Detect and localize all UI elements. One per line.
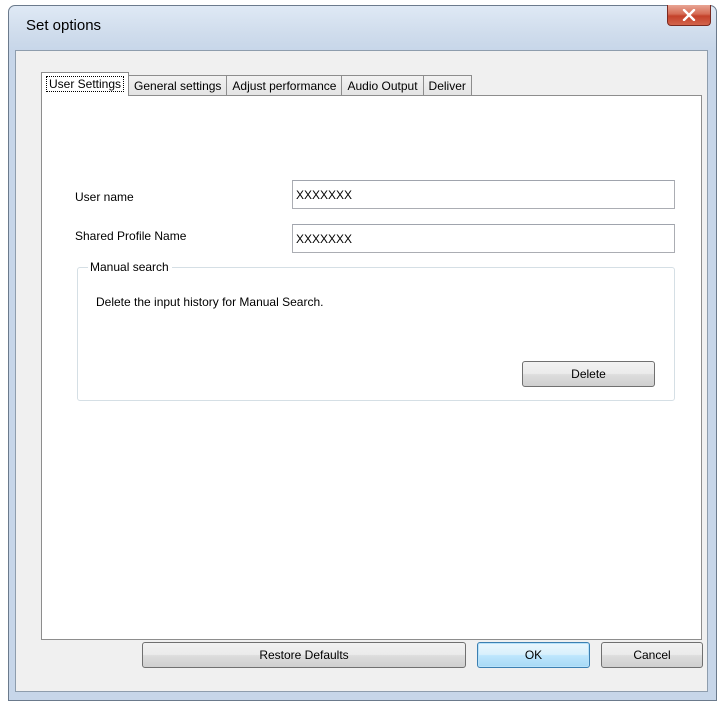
window-title: Set options	[26, 17, 102, 34]
ok-button[interactable]: OK	[477, 642, 590, 668]
restore-defaults-button[interactable]: Restore Defaults	[142, 642, 466, 668]
close-icon	[682, 9, 696, 21]
manual-search-group-title: Manual search	[88, 260, 172, 274]
user-name-label: User name	[75, 190, 134, 204]
delete-button[interactable]: Delete	[522, 361, 655, 387]
user-name-input[interactable]	[292, 180, 675, 209]
tab-general-settings-label: General settings	[134, 79, 222, 93]
manual-search-group: Manual search Delete the input history f…	[77, 260, 675, 401]
user-settings-panel: User name Shared Profile Name Manual sea…	[41, 95, 702, 640]
tab-adjust-performance[interactable]: Adjust performance	[226, 75, 343, 96]
tab-general-settings[interactable]: General settings	[128, 75, 228, 96]
tab-audio-output-label: Audio Output	[347, 79, 418, 93]
tab-user-settings-label: User Settings	[46, 76, 125, 92]
dialog-client-area: User Settings General settings Adjust pe…	[15, 50, 708, 692]
tab-strip: User Settings General settings Adjust pe…	[41, 72, 472, 96]
cancel-button[interactable]: Cancel	[601, 642, 703, 668]
tab-deliver-label: Deliver	[428, 79, 466, 93]
set-options-dialog: Set options User Settings General settin…	[8, 5, 717, 701]
shared-profile-name-input[interactable]	[292, 224, 675, 253]
tab-deliver[interactable]: Deliver	[422, 75, 472, 96]
shared-profile-name-label: Shared Profile Name	[75, 229, 187, 243]
tab-adjust-performance-label: Adjust performance	[232, 79, 337, 93]
tab-audio-output[interactable]: Audio Output	[341, 75, 424, 96]
title-bar[interactable]: Set options	[9, 5, 716, 50]
tab-user-settings[interactable]: User Settings	[41, 72, 130, 96]
close-button[interactable]	[667, 5, 711, 26]
manual-search-description: Delete the input history for Manual Sear…	[96, 295, 324, 309]
